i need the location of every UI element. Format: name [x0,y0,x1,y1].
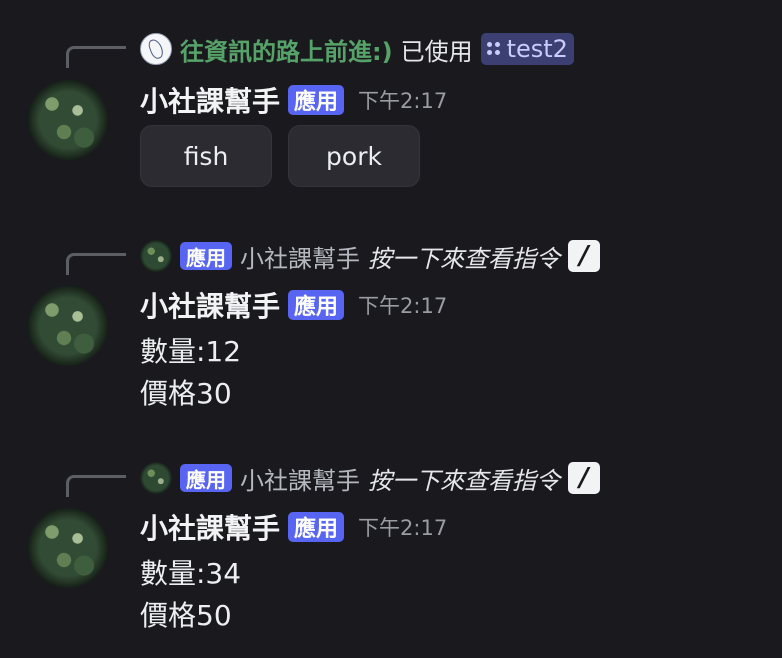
app-tag: 應用 [288,85,345,115]
command-hint[interactable]: 按一下來查看指令 [368,239,560,274]
quantity-line: 數量:12 [140,335,242,368]
channel-mention[interactable]: test2 [480,33,574,65]
reply-preview[interactable]: 應用 小社課幫手 按一下來查看指令 / [140,461,600,495]
pork-button[interactable]: pork [288,125,420,187]
channel-icon [486,42,501,56]
message-header: 小社課幫手 應用 下午2:17 [140,287,447,323]
command-hint[interactable]: 按一下來查看指令 [368,461,560,496]
reply-connector [66,253,126,275]
reply-connector [66,46,126,68]
app-tag: 應用 [288,290,345,320]
author-name[interactable]: 小社課幫手 [140,507,280,547]
quantity-line: 數量:34 [140,557,242,590]
message-header: 小社課幫手 應用 下午2:17 [140,509,447,545]
reply-bot-avatar[interactable] [140,240,172,272]
slash-command-icon[interactable]: / [568,240,600,272]
author-name[interactable]: 小社課幫手 [140,285,280,325]
reply-user-avatar[interactable] [140,33,172,65]
reply-user-name[interactable]: 往資訊的路上前進:) [180,32,393,67]
slash-command-icon[interactable]: / [568,462,600,494]
reply-bot-name[interactable]: 小社課幫手 [240,461,360,496]
reply-bot-name[interactable]: 小社課幫手 [240,239,360,274]
author-avatar[interactable] [28,508,108,588]
reply-preview[interactable]: 應用 小社課幫手 按一下來查看指令 / [140,239,600,273]
price-line: 價格30 [140,377,232,410]
author-avatar[interactable] [28,80,108,160]
timestamp[interactable]: 下午2:17 [358,85,447,115]
author-name[interactable]: 小社課幫手 [140,80,280,120]
message-header: 小社課幫手 應用 下午2:17 [140,82,447,118]
timestamp[interactable]: 下午2:17 [358,290,447,320]
author-avatar[interactable] [28,286,108,366]
reply-preview[interactable]: 往資訊的路上前進:) 已使用 test2 [140,32,574,66]
reply-connector [66,475,126,497]
timestamp[interactable]: 下午2:17 [358,512,447,542]
app-tag: 應用 [288,512,345,542]
price-line: 價格50 [140,599,232,632]
app-tag: 應用 [180,242,232,270]
reply-action-text: 已使用 [400,37,473,66]
reply-bot-avatar[interactable] [140,462,172,494]
fish-button[interactable]: fish [140,125,272,187]
channel-name: test2 [506,35,568,63]
app-tag: 應用 [180,464,232,492]
